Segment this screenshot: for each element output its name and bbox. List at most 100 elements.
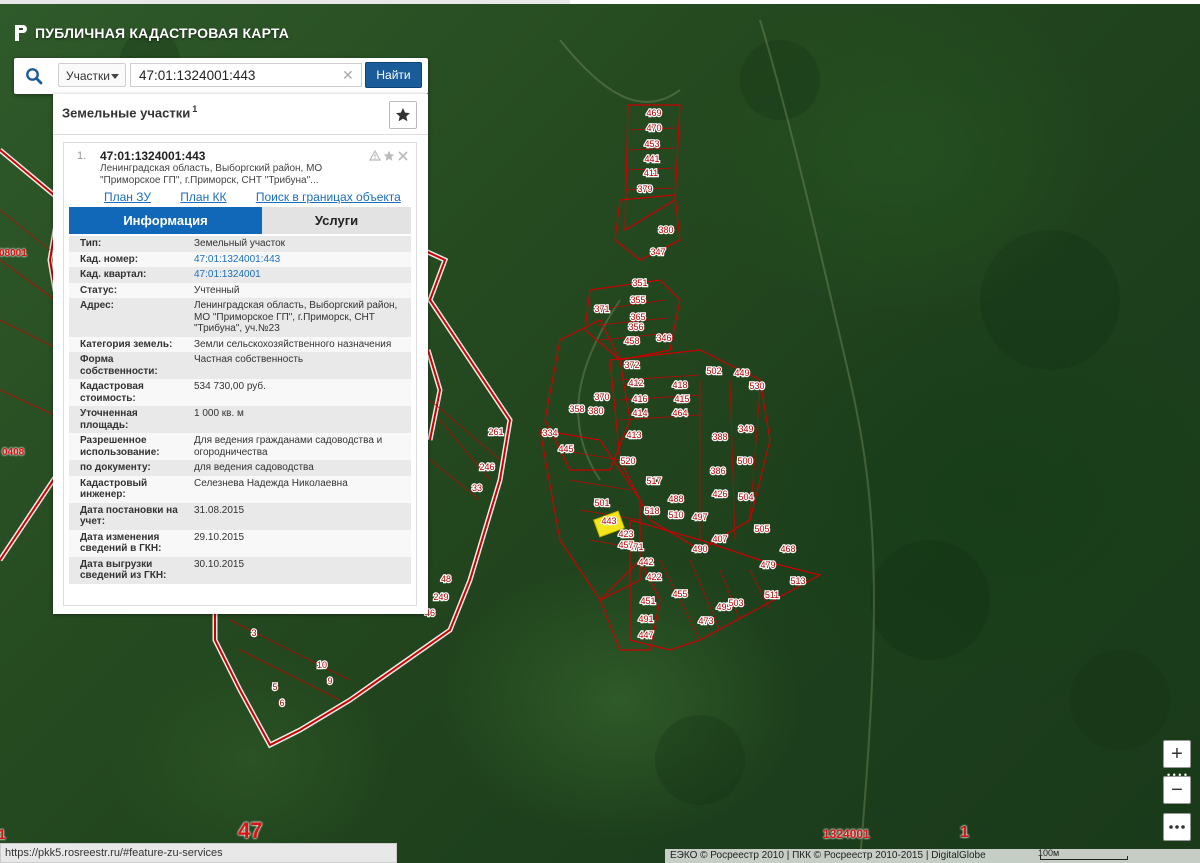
clear-icon[interactable]: ✕ [342, 67, 354, 83]
scale-bar [1040, 856, 1128, 860]
parcel-number[interactable]: 412 [627, 377, 644, 389]
side-label-2: 0408 [2, 447, 25, 458]
info-key: Кад. номер: [69, 251, 188, 267]
parcel-number[interactable]: 388 [711, 431, 728, 443]
parcel-number[interactable]: 418 [671, 379, 688, 391]
parcel-number[interactable]: 334 [541, 427, 558, 439]
parcel-number[interactable]: 518 [643, 505, 660, 517]
info-value: Частная собственность [188, 352, 411, 379]
parcel-number[interactable]: 5 [271, 681, 278, 693]
parcel-number[interactable]: 490 [691, 543, 708, 555]
tab-information[interactable]: Информация [69, 207, 262, 234]
parcel-number[interactable]: 365 [629, 311, 646, 323]
parcel-number[interactable]: 413 [625, 429, 642, 441]
parcel-number[interactable]: 407 [711, 533, 728, 545]
more-button[interactable] [1163, 813, 1191, 841]
info-key: Разрешенное использование: [69, 433, 188, 460]
app-logo[interactable]: ПУБЛИЧНАЯ КАДАСТРОВАЯ КАРТА [14, 24, 289, 42]
parcel-number[interactable]: 347 [649, 246, 666, 258]
category-select[interactable]: Участки [58, 63, 126, 87]
result-cadastral-number[interactable]: 47:01:1324001:443 [100, 149, 205, 163]
parcel-number[interactable]: 470 [645, 122, 662, 134]
parcel-number[interactable]: 504 [737, 491, 754, 503]
parcel-number[interactable]: 457 [617, 539, 634, 551]
parcel-number[interactable]: 346 [655, 332, 672, 344]
parcel-number[interactable]: 6 [278, 697, 285, 709]
info-key: Форма собственности: [69, 352, 188, 379]
parcel-number[interactable]: 510 [667, 509, 684, 521]
parcel-number[interactable]: 249 [432, 591, 449, 603]
parcel-number[interactable]: 386 [709, 465, 726, 477]
parcel-number[interactable]: 415 [673, 393, 690, 405]
favorite-button[interactable] [389, 101, 417, 129]
info-key: Дата выгрузки сведений из ГКН: [69, 556, 188, 584]
card-icons [369, 150, 409, 162]
parcel-number[interactable]: 443 [600, 515, 617, 527]
parcel-number[interactable]: 246 [478, 461, 495, 473]
parcel-number[interactable]: 442 [637, 556, 654, 568]
info-key: Тип: [69, 236, 188, 252]
parcel-number[interactable]: 441 [643, 153, 660, 165]
parcel-number[interactable]: 517 [645, 475, 662, 487]
logo-icon [14, 24, 28, 42]
parcel-number[interactable]: 380 [587, 405, 604, 417]
find-button[interactable]: Найти [365, 62, 422, 88]
parcel-number[interactable]: 502 [705, 365, 722, 377]
parcel-number[interactable]: 530 [748, 380, 765, 392]
info-value[interactable]: 47:01:1324001 [188, 267, 411, 283]
parcel-number[interactable]: 380 [657, 224, 674, 236]
parcel-number[interactable]: 455 [671, 588, 688, 600]
parcel-number[interactable]: 33 [471, 482, 483, 494]
parcel-number[interactable]: 505 [753, 523, 770, 535]
parcel-number[interactable]: 464 [671, 407, 688, 419]
parcel-number[interactable]: 379 [636, 183, 653, 195]
parcel-number[interactable]: 488 [667, 493, 684, 505]
parcel-number[interactable]: 349 [737, 423, 754, 435]
info-table: Тип: Земельный участок Кад. номер: 47:01:13… [69, 236, 411, 584]
parcel-number[interactable]: 48 [440, 573, 452, 585]
parcel-number[interactable]: 447 [637, 629, 654, 641]
parcel-number[interactable]: 416 [631, 393, 648, 405]
parcel-number[interactable]: 520 [619, 455, 636, 467]
parcel-number[interactable]: 453 [643, 138, 660, 150]
parcel-number[interactable]: 358 [568, 403, 585, 415]
parcel-number[interactable]: 10 [316, 659, 328, 671]
parcel-number[interactable]: 473 [697, 615, 714, 627]
parcel-number[interactable]: 355 [629, 294, 646, 306]
parcel-number[interactable]: 9 [326, 675, 333, 687]
parcel-number[interactable]: 451 [639, 595, 656, 607]
parcel-number[interactable]: 469 [645, 107, 662, 119]
parcel-number[interactable]: 3 [250, 627, 257, 639]
tab-services[interactable]: Услуги [262, 207, 411, 234]
parcel-number[interactable]: 351 [631, 277, 648, 289]
parcel-number[interactable]: 497 [691, 511, 708, 523]
zoom-in-button[interactable]: + [1163, 740, 1191, 768]
parcel-number[interactable]: 468 [779, 543, 796, 555]
info-value[interactable]: 47:01:1324001:443 [188, 251, 411, 267]
parcel-number[interactable]: 511 [764, 589, 781, 601]
parcel-number[interactable]: 458 [623, 335, 640, 347]
parcel-number[interactable]: 414 [631, 407, 648, 419]
parcel-number[interactable]: 513 [789, 575, 806, 587]
parcel-number[interactable]: 370 [593, 391, 610, 403]
parcel-number[interactable]: 411 [643, 167, 660, 179]
parcel-number[interactable]: 261 [487, 426, 504, 438]
parcel-number[interactable]: 503 [727, 597, 744, 609]
parcel-number[interactable]: 491 [637, 613, 654, 625]
parcel-number[interactable]: 426 [711, 488, 728, 500]
search-input[interactable] [130, 63, 362, 87]
zoom-out-button[interactable]: − [1163, 776, 1191, 804]
parcel-number[interactable]: 445 [557, 443, 574, 455]
parcel-number[interactable]: 371 [593, 303, 610, 315]
parcel-number[interactable]: 372 [623, 359, 640, 371]
parcel-number[interactable]: 479 [759, 559, 776, 571]
parcel-number[interactable]: 356 [627, 321, 644, 333]
parcel-number[interactable]: 422 [645, 571, 662, 583]
parcel-number[interactable]: 423 [617, 528, 634, 540]
parcel-number[interactable]: 449 [733, 367, 750, 379]
result-card[interactable]: 1. 47:01:1324001:443 Ленинградская облас… [63, 142, 417, 606]
star-icon [396, 108, 410, 122]
search-icon[interactable] [14, 58, 54, 94]
parcel-number[interactable]: 501 [593, 497, 610, 509]
parcel-number[interactable]: 500 [736, 455, 753, 467]
